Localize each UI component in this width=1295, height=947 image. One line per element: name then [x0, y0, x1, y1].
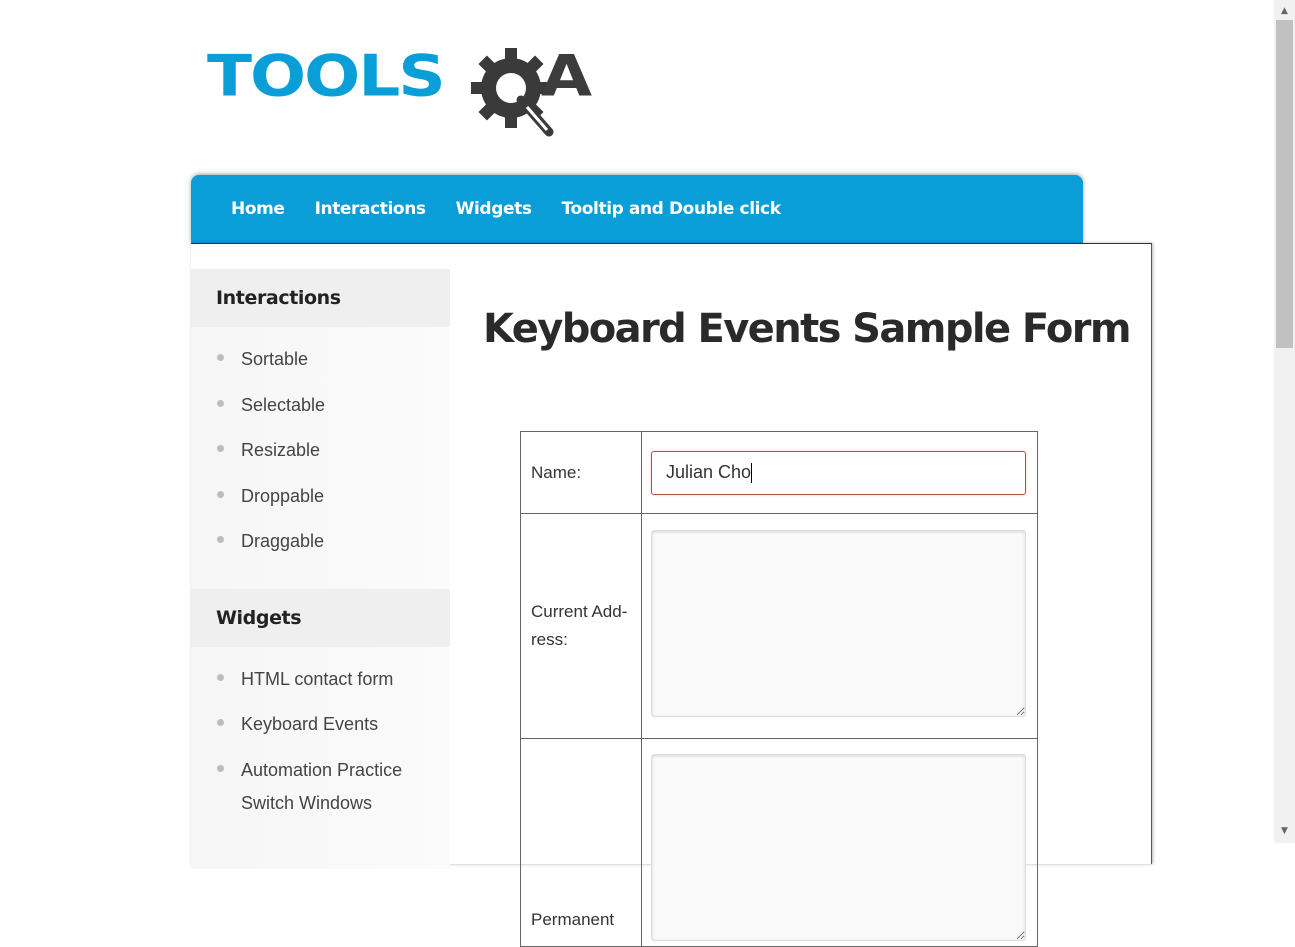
bullet-icon: [217, 673, 224, 681]
sidebar-item-label[interactable]: Resizable: [241, 440, 320, 460]
sidebar-item-label[interactable]: HTML contact form: [241, 669, 393, 689]
bullet-icon: [217, 490, 224, 498]
scroll-down-arrow-icon[interactable]: ▼: [1274, 823, 1295, 840]
name-input-value: Julian Cho: [666, 462, 752, 482]
sidebar-item-droppable[interactable]: Droppable: [191, 480, 450, 513]
name-label: Name:: [520, 431, 642, 514]
logo-text-a: A: [541, 42, 593, 110]
nav-item-home[interactable]: Home: [231, 175, 285, 243]
scroll-thumb[interactable]: [1276, 20, 1293, 348]
page-title: Keyboard Events Sample Form: [483, 306, 1132, 352]
sidebar-item-label[interactable]: Selectable: [241, 395, 325, 415]
toolsqa-logo[interactable]: TOOLS A: [207, 44, 617, 139]
bullet-icon: [217, 354, 224, 361]
permanent-address-textarea[interactable]: [651, 754, 1026, 941]
scroll-up-arrow-icon[interactable]: ▲: [1274, 3, 1295, 20]
sidebar-item-automation-practice[interactable]: Automation Practice Switch Windows: [191, 754, 450, 820]
sidebar: Interactions Sortable Selectable Resizab…: [191, 269, 450, 869]
keyboard-events-form: Name: Julian Cho Current Add­ress: Perma…: [520, 431, 1038, 947]
nav-item-interactions[interactable]: Interactions: [315, 175, 426, 243]
sidebar-item-keyboard-events[interactable]: Keyboard Events: [191, 708, 450, 741]
current-address-textarea[interactable]: [651, 530, 1026, 717]
sidebar-item-label[interactable]: Draggable: [241, 531, 324, 551]
sidebar-item-label[interactable]: Automation Practice: [241, 760, 402, 780]
text-caret: [751, 462, 753, 483]
current-address-label: Current Add­ress:: [520, 513, 642, 739]
sidebar-item-html-contact-form[interactable]: HTML contact form: [191, 663, 450, 696]
logo-text-tools: TOOLS: [207, 42, 446, 110]
nav-item-tooltip[interactable]: Tooltip and Double click: [562, 175, 781, 243]
sidebar-list-interactions: Sortable Selectable Resizable Droppable …: [191, 327, 450, 589]
sidebar-heading-interactions: Interactions: [191, 269, 450, 327]
vertical-scrollbar[interactable]: ▲ ▼: [1274, 0, 1295, 843]
main-navbar: Home Interactions Widgets Tooltip and Do…: [191, 175, 1083, 243]
sidebar-item-selectable[interactable]: Selectable: [191, 389, 450, 422]
nav-item-widgets[interactable]: Widgets: [456, 175, 532, 243]
sidebar-item-sortable[interactable]: Sortable: [191, 343, 450, 376]
sidebar-item-label[interactable]: Sortable: [241, 349, 308, 369]
bullet-icon: [217, 399, 224, 407]
sidebar-item-label[interactable]: Keyboard Events: [241, 714, 378, 734]
sidebar-item-switch-windows[interactable]: Switch Windows: [241, 793, 372, 813]
sidebar-item-draggable[interactable]: Draggable: [191, 525, 450, 558]
content-frame: Interactions Sortable Selectable Resizab…: [191, 243, 1152, 947]
name-input[interactable]: Julian Cho: [651, 450, 1026, 495]
sidebar-item-label[interactable]: Droppable: [241, 486, 324, 506]
sidebar-heading-widgets: Widgets: [191, 588, 450, 647]
bullet-icon: [217, 445, 224, 452]
sidebar-item-resizable[interactable]: Resizable: [191, 434, 450, 467]
sidebar-list-widgets: HTML contact form Keyboard Events Automa…: [191, 647, 450, 851]
bullet-icon: [217, 536, 224, 543]
bullet-icon: [217, 764, 224, 772]
bullet-icon: [217, 719, 224, 726]
